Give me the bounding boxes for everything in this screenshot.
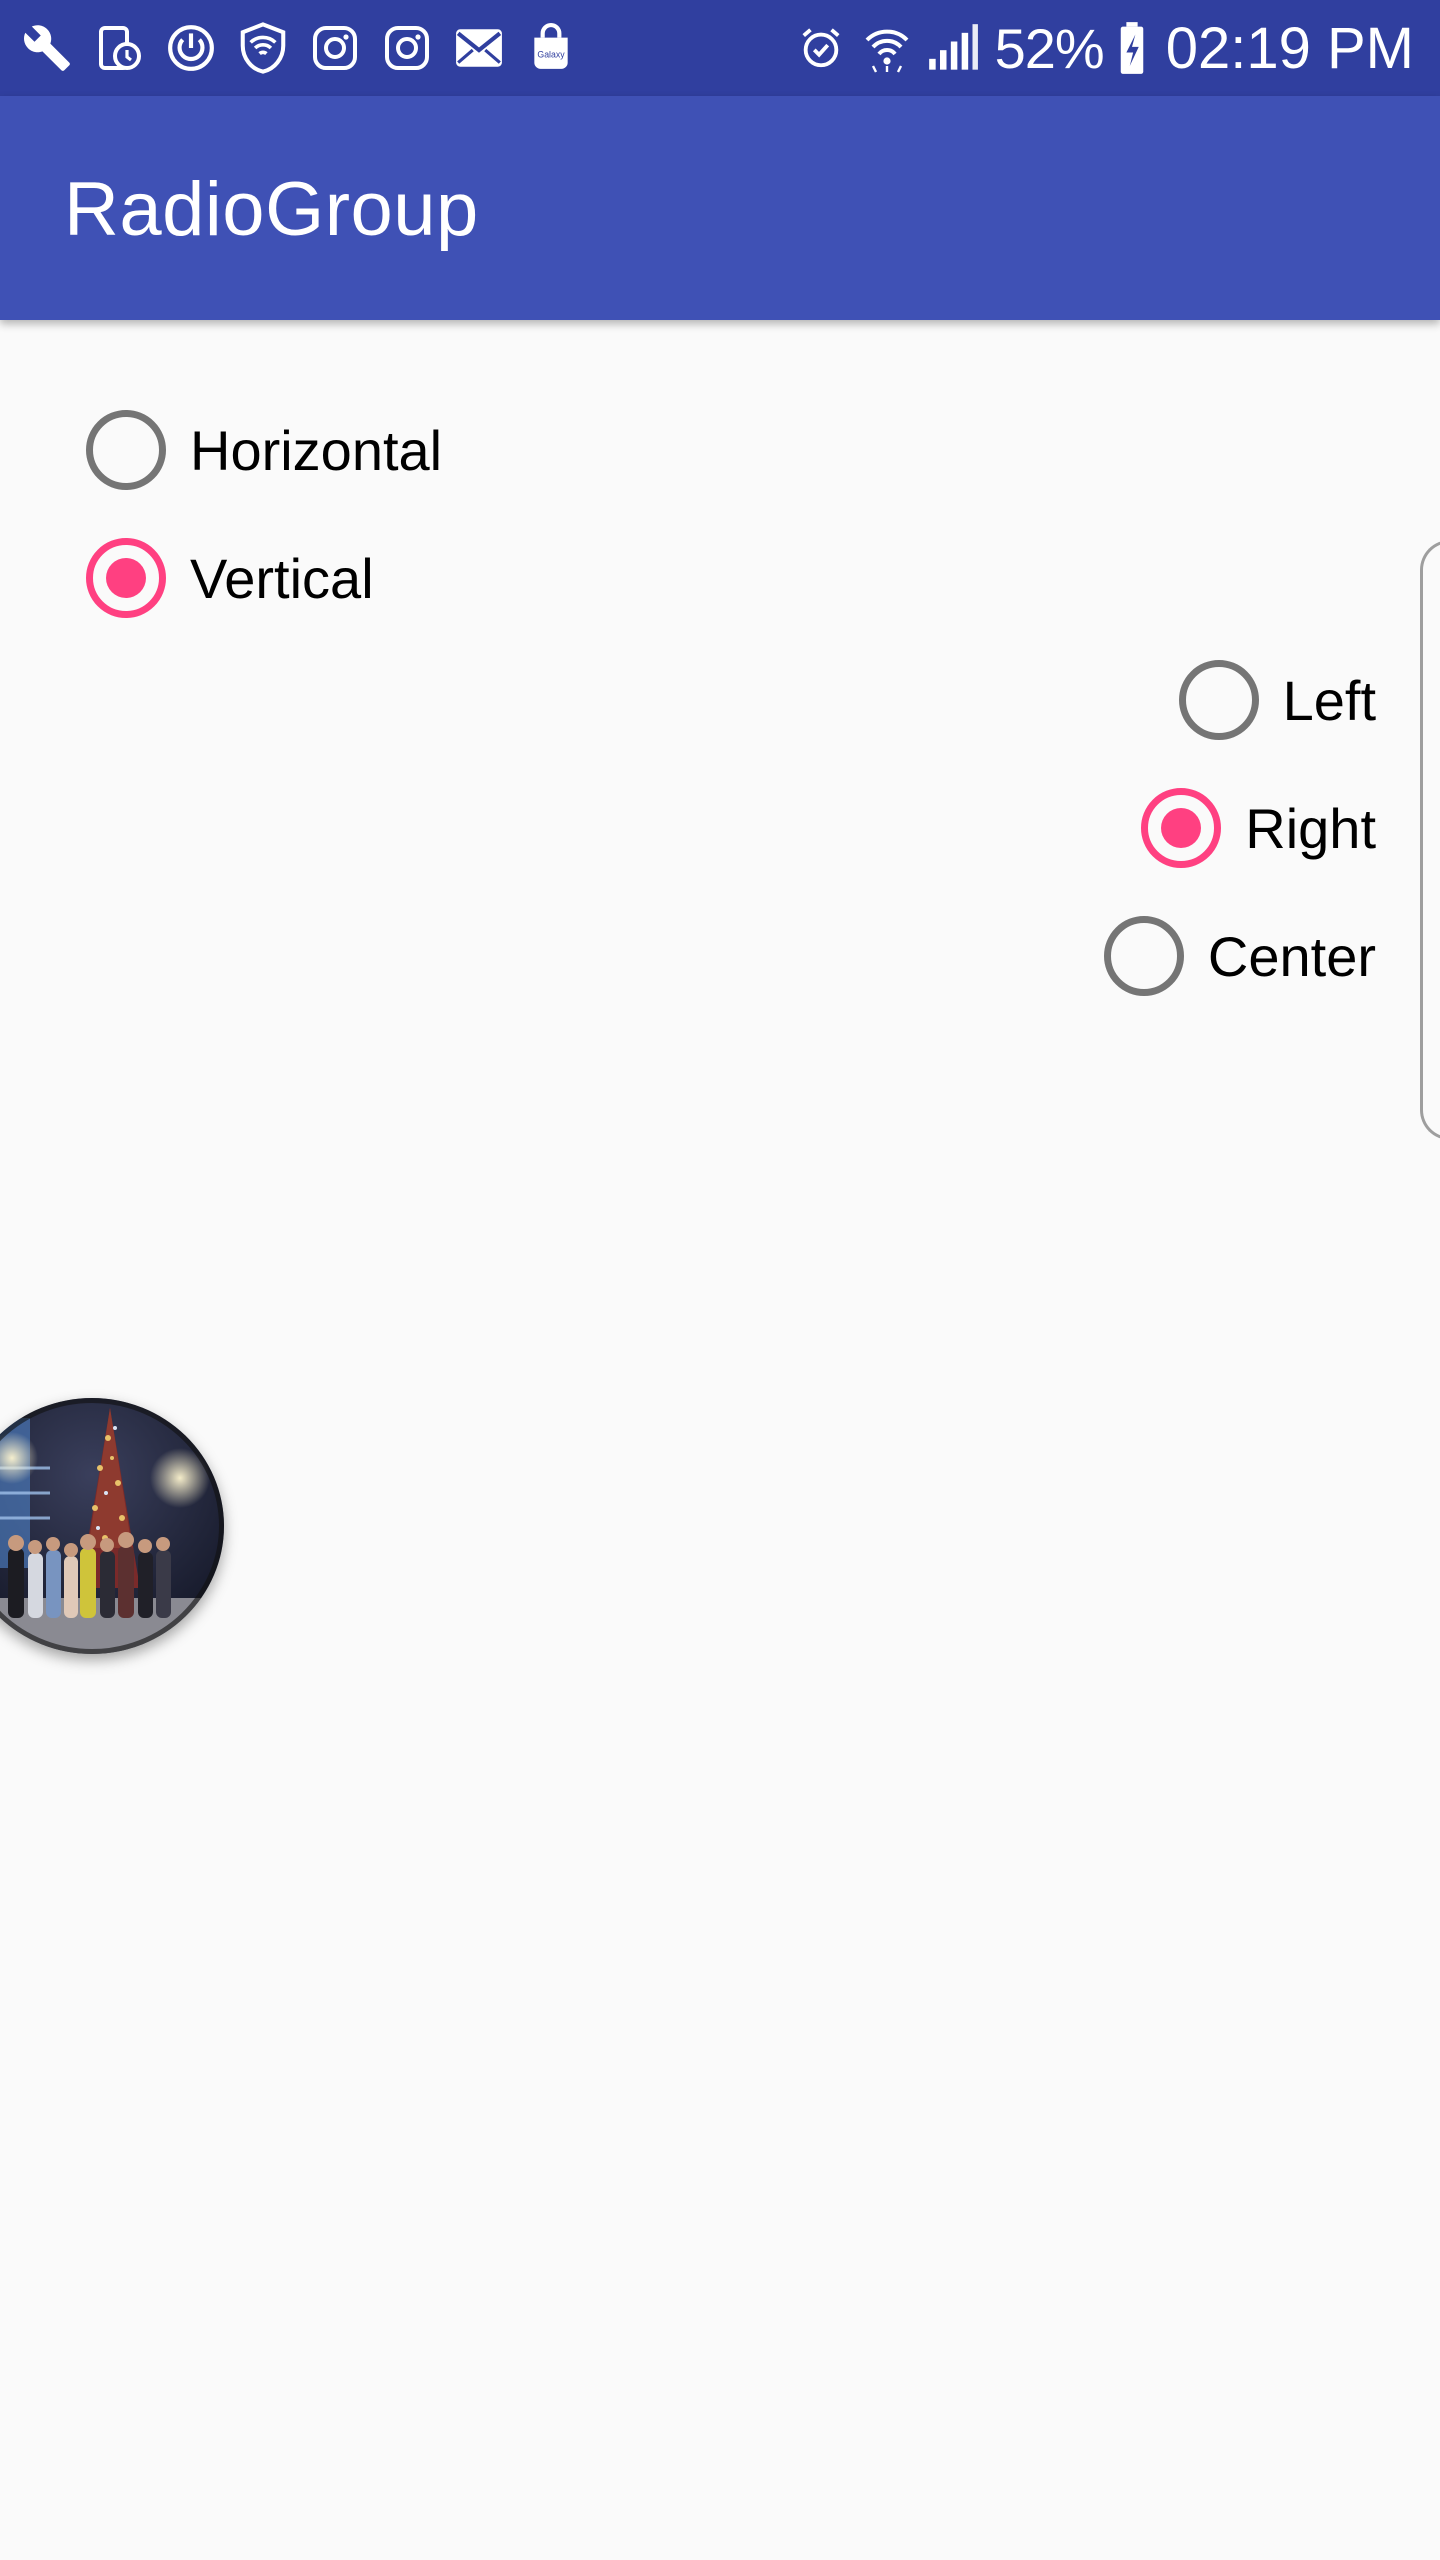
screen-edge-arc [1420,540,1440,1140]
radio-label-right: Right [1245,796,1376,860]
app-title: RadioGroup [64,167,479,252]
radio-label-center: Center [1207,924,1376,988]
app-bar: RadioGroup [0,96,1440,320]
shield-wifi-icon [234,19,292,77]
status-bar: Galaxy 52% 02:19 PM [0,0,1440,96]
gravity-radio-group: Left Right Center [1103,650,1376,1006]
radio-right[interactable]: Right [1141,778,1376,878]
radio-horizontal[interactable]: Horizontal [86,400,442,500]
radio-label-vertical: Vertical [190,546,374,610]
cellular-signal-icon [925,18,981,78]
battery-percentage: 52% [994,16,1105,80]
radio-button-unchecked[interactable] [1178,660,1259,740]
phone-schedule-icon [90,19,148,77]
notification-icons: Galaxy [18,18,580,78]
radio-label-left: Left [1282,668,1376,732]
system-status: 52% 02:19 PM [793,14,1414,82]
power-timer-icon [162,19,220,77]
radio-vertical[interactable]: Vertical [86,528,374,628]
mail-icon [450,19,508,77]
radio-button-unchecked[interactable] [1103,916,1184,996]
radio-left[interactable]: Left [1178,650,1376,750]
wifi-icon [859,18,915,78]
instagram-icon [378,19,436,77]
alarm-icon [793,18,849,78]
galaxy-store-icon: Galaxy [522,19,580,77]
radio-button-checked[interactable] [1141,788,1222,868]
radio-button-checked[interactable] [86,538,166,618]
group-photo-ellipse[interactable] [0,1398,224,1654]
wrench-icon [18,19,76,77]
galaxy-label: Galaxy [537,49,565,59]
group-photo-image [0,1398,224,1654]
radio-center[interactable]: Center [1103,906,1376,1006]
radio-label-horizontal: Horizontal [190,418,443,482]
status-clock: 02:19 PM [1165,15,1414,81]
battery-charging-icon [1114,18,1150,78]
instagram-icon [306,19,364,77]
radio-button-unchecked[interactable] [86,410,166,490]
